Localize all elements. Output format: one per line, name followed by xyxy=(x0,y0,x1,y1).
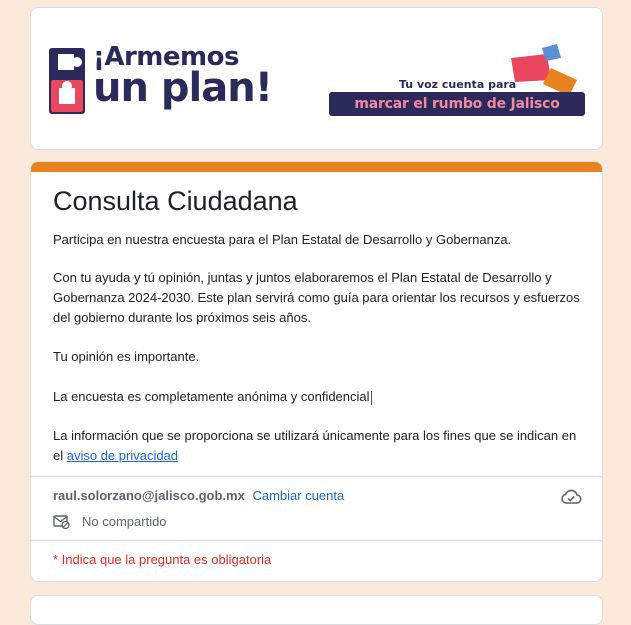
text-cursor xyxy=(370,390,372,405)
not-shared-label: No compartido xyxy=(82,513,167,529)
form-description-importance: Tu opinión es importante. xyxy=(53,349,200,364)
form-description-intro: Participa en nuestra encuesta para el Pl… xyxy=(53,232,512,247)
tagline-big: marcar el rumbo de Jalisco xyxy=(329,92,585,116)
mail-off-icon xyxy=(53,514,70,529)
privacy-notice-link[interactable]: aviso de privacidad xyxy=(67,448,178,463)
form-description-plan: Con tu ayuda y tú opinión, juntas y junt… xyxy=(53,270,580,325)
accent-bar xyxy=(31,162,602,172)
required-note: * Indica que la pregunta es obligatoria xyxy=(53,552,272,567)
divider xyxy=(31,540,602,541)
logo-wordmark: ¡Armemos un plan! xyxy=(93,44,273,111)
form-description-privacy: La información que se proporciona se uti… xyxy=(53,426,588,466)
puzzle-logo-icon xyxy=(49,48,85,114)
next-question-card xyxy=(30,595,603,625)
header-banner-card: ¡Armemos un plan! Tu voz cuenta para mar… xyxy=(30,7,603,150)
account-email: raul.solorzano@jalisco.gob.mx xyxy=(53,488,245,503)
account-row: raul.solorzano@jalisco.gob.mx Cambiar cu… xyxy=(53,488,344,503)
logo-line-2: un plan! xyxy=(93,65,273,111)
form-title: Consulta Ciudadana xyxy=(53,186,298,216)
anonymous-text: La encuesta es completamente anónima y c… xyxy=(53,389,370,404)
divider xyxy=(31,476,602,477)
form-header-card: Consulta Ciudadana Participa en nuestra … xyxy=(30,161,603,582)
form-description-anonymous: La encuesta es completamente anónima y c… xyxy=(53,387,588,407)
cloud-check-icon[interactable] xyxy=(560,488,582,506)
switch-account-link[interactable]: Cambiar cuenta xyxy=(252,488,344,503)
campaign-tagline: Tu voz cuenta para marcar el rumbo de Ja… xyxy=(329,44,587,116)
tagline-small: Tu voz cuenta para xyxy=(399,78,517,91)
sharing-status-row: No compartido xyxy=(53,512,167,530)
